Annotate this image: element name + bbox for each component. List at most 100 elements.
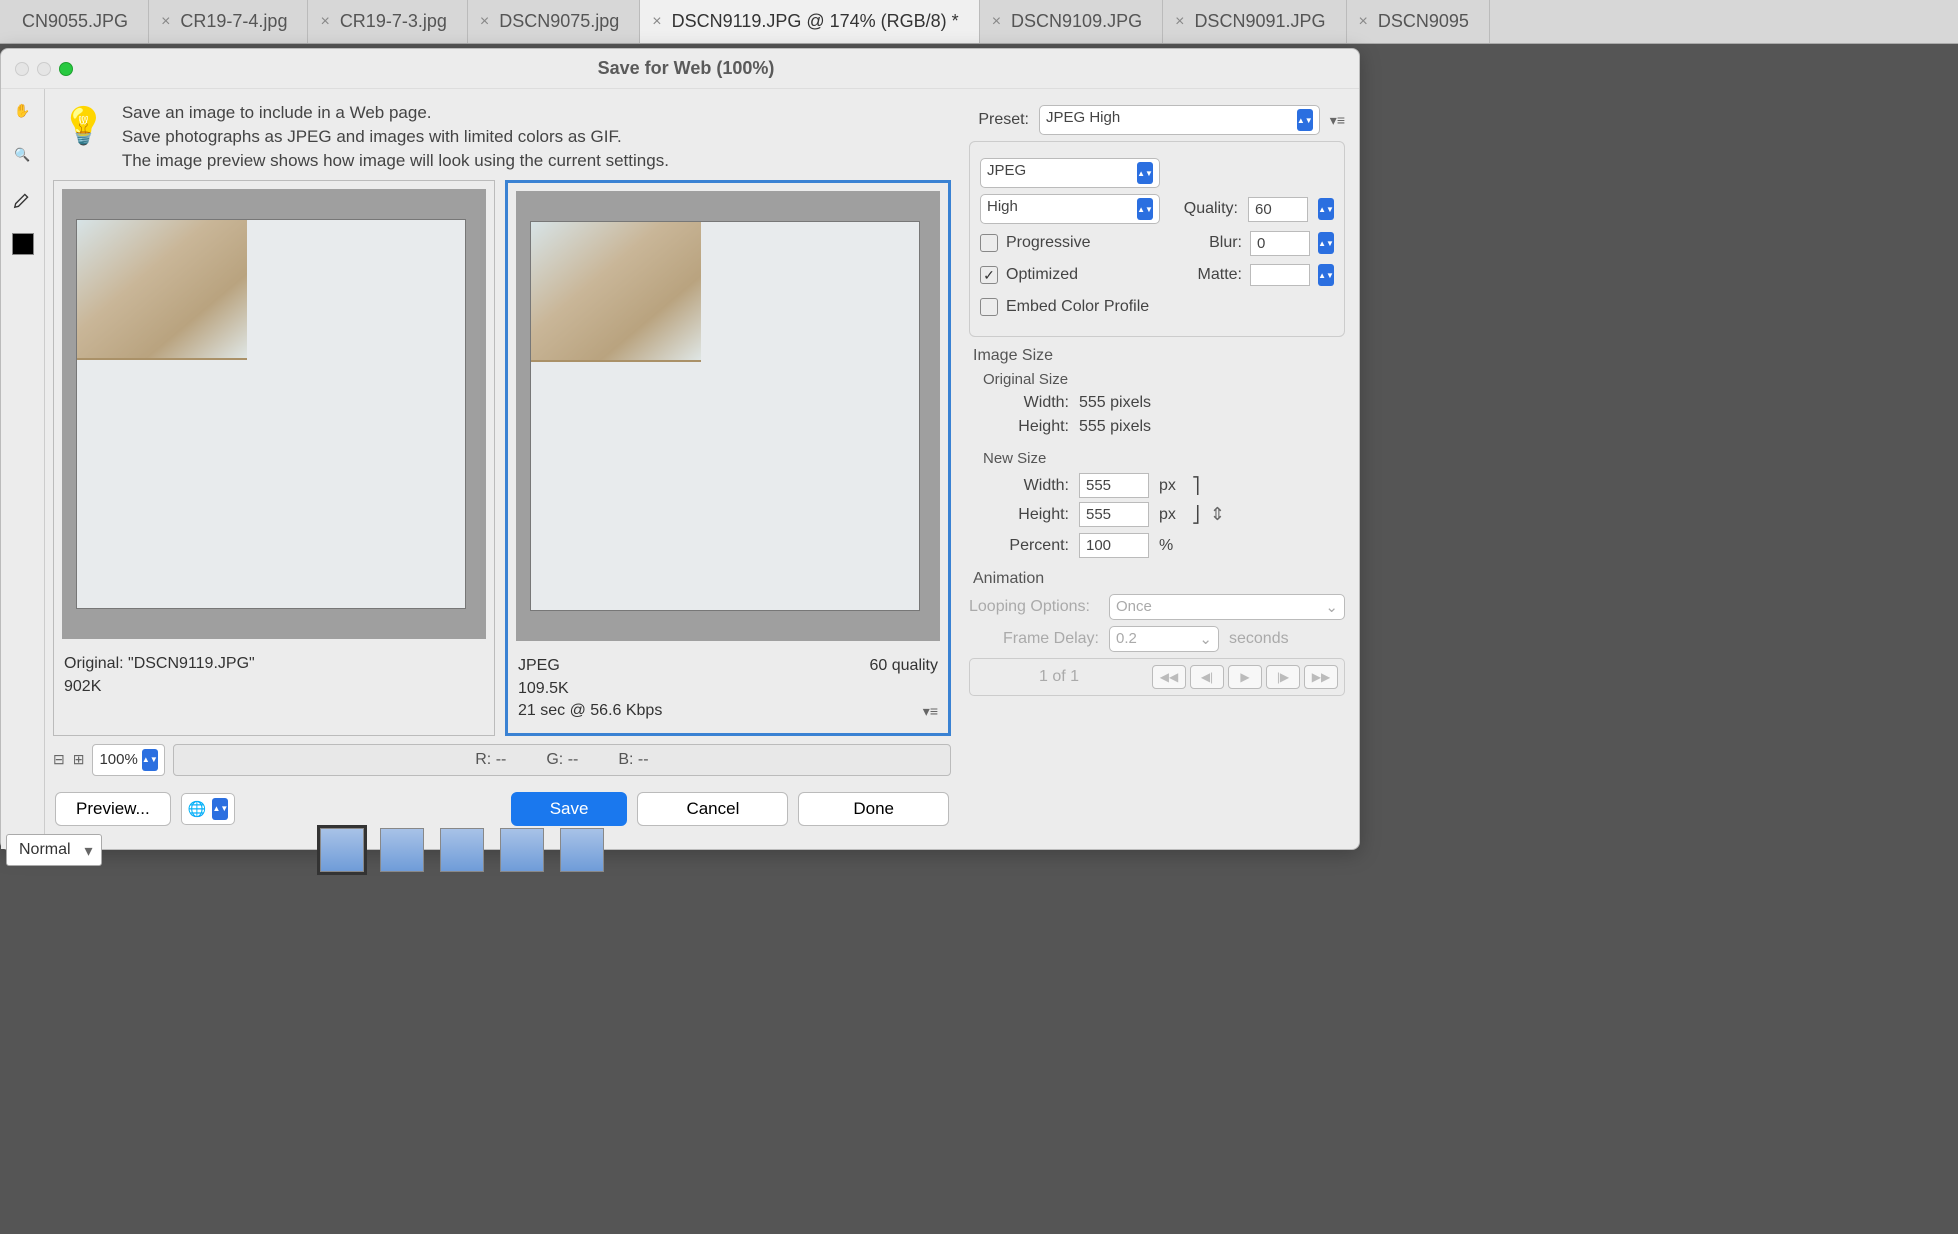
- tab-document[interactable]: ×CR19-7-4.jpg: [149, 0, 308, 43]
- window-minimize-icon[interactable]: [37, 62, 51, 76]
- readout-r: R: --: [475, 751, 506, 769]
- tab-document[interactable]: ×DSCN9075.jpg: [468, 0, 640, 43]
- gradient-thumb[interactable]: [320, 828, 364, 872]
- hint-line: Save photographs as JPEG and images with…: [122, 125, 669, 149]
- anim-prev-button: ◀|: [1190, 665, 1224, 689]
- unit-px: px: [1159, 477, 1176, 495]
- browser-preview-select[interactable]: 🌐 ▲▼: [181, 793, 236, 825]
- stepper-icon[interactable]: ▲▼: [212, 798, 228, 820]
- blend-mode-select[interactable]: Normal: [6, 834, 102, 866]
- tab-document-active[interactable]: ×DSCN9119.JPG @ 174% (RGB/8) *: [640, 0, 979, 43]
- readout-g: G: --: [546, 751, 578, 769]
- close-icon[interactable]: ×: [320, 13, 329, 31]
- tab-document[interactable]: ×DSCN9109.JPG: [980, 0, 1163, 43]
- anim-play-button: ▶: [1228, 665, 1262, 689]
- gradient-thumb[interactable]: [500, 828, 544, 872]
- tab-document[interactable]: ×DSCN9095: [1347, 0, 1490, 43]
- titlebar: Save for Web (100%): [1, 49, 1359, 89]
- lightbulb-icon: 💡: [61, 105, 106, 172]
- zoom-tool-icon[interactable]: 🔍: [9, 141, 37, 169]
- format-select[interactable]: JPEG▲▼: [980, 158, 1160, 188]
- preview-pane-original[interactable]: Original: "DSCN9119.JPG" 902K: [53, 180, 495, 735]
- close-icon[interactable]: ×: [992, 13, 1001, 31]
- dialog-title: Save for Web (100%): [73, 58, 1299, 79]
- new-width-field[interactable]: 555: [1079, 473, 1149, 498]
- hand-tool-icon[interactable]: ✋: [9, 97, 37, 125]
- hint-line: Save an image to include in a Web page.: [122, 101, 669, 125]
- tab-document[interactable]: ×DSCN9091.JPG: [1163, 0, 1346, 43]
- preview-menu-icon[interactable]: ▾≡: [923, 702, 938, 722]
- zoom-out-button[interactable]: ⊟: [53, 751, 65, 768]
- close-icon[interactable]: ×: [480, 13, 489, 31]
- close-icon[interactable]: ×: [1175, 13, 1184, 31]
- quality-field[interactable]: 60: [1248, 197, 1308, 222]
- output-quality: 60 quality: [870, 655, 939, 677]
- progressive-checkbox[interactable]: Progressive: [980, 234, 1090, 252]
- close-icon[interactable]: ×: [1359, 13, 1368, 31]
- toolstrip: ✋ 🔍: [1, 89, 45, 849]
- constrain-proportions-icon[interactable]: ⇕: [1210, 504, 1225, 525]
- original-height-value: 555 pixels: [1079, 418, 1151, 436]
- cancel-button[interactable]: Cancel: [637, 792, 788, 826]
- frame-delay-field: 0.2⌄: [1109, 626, 1219, 652]
- quality-preset-select[interactable]: High▲▼: [980, 194, 1160, 224]
- original-filesize: 902K: [64, 676, 484, 698]
- percent-field[interactable]: 100: [1079, 533, 1149, 558]
- document-tabbar: CN9055.JPG ×CR19-7-4.jpg ×CR19-7-3.jpg ×…: [0, 0, 1958, 44]
- zoom-level-select[interactable]: 100% ▲▼: [92, 744, 164, 776]
- preview-image: [531, 222, 701, 362]
- hint-bar: 💡 Save an image to include in a Web page…: [45, 89, 959, 180]
- blur-label: Blur:: [1209, 234, 1242, 252]
- preview-canvas[interactable]: [62, 189, 486, 639]
- blur-field[interactable]: 0: [1250, 231, 1310, 256]
- unit-percent: %: [1159, 537, 1173, 555]
- gradient-thumbnails: [320, 828, 604, 872]
- new-size-title: New Size: [983, 450, 1345, 467]
- preset-label: Preset:: [969, 111, 1029, 129]
- globe-icon: 🌐: [188, 800, 207, 818]
- preview-image: [77, 220, 247, 360]
- output-format: JPEG: [518, 655, 560, 677]
- save-button[interactable]: Save: [511, 792, 628, 826]
- matte-field[interactable]: [1250, 264, 1310, 286]
- preview-canvas[interactable]: [516, 191, 940, 641]
- zoom-in-button[interactable]: ⊞: [73, 751, 85, 768]
- animation-frame-position: 1 of 1: [976, 668, 1142, 686]
- preview-button[interactable]: Preview...: [55, 792, 171, 826]
- tab-document[interactable]: ×CR19-7-3.jpg: [308, 0, 467, 43]
- matte-label: Matte:: [1198, 266, 1242, 284]
- optimized-checkbox[interactable]: ✓Optimized: [980, 266, 1078, 284]
- preset-select[interactable]: JPEG High▲▼: [1039, 105, 1320, 135]
- unit-px: px: [1159, 506, 1176, 524]
- close-icon[interactable]: ×: [652, 13, 661, 31]
- close-icon[interactable]: ×: [161, 13, 170, 31]
- stepper-icon[interactable]: ▲▼: [1318, 198, 1334, 220]
- preview-pane-optimized[interactable]: JPEG 60 quality 109.5K 21 sec @ 56.6 Kbp…: [505, 180, 951, 735]
- preset-menu-icon[interactable]: ▾≡: [1330, 112, 1345, 129]
- animation-title: Animation: [973, 570, 1345, 588]
- stepper-icon[interactable]: ▲▼: [142, 749, 158, 771]
- eyedropper-tool-icon[interactable]: [9, 185, 37, 213]
- window-close-icon[interactable]: [15, 62, 29, 76]
- anim-last-button: ▶▶: [1304, 665, 1338, 689]
- window-zoom-icon[interactable]: [59, 62, 73, 76]
- done-button[interactable]: Done: [798, 792, 949, 826]
- looping-select: Once⌄: [1109, 594, 1345, 620]
- hint-line: The image preview shows how image will l…: [122, 149, 669, 173]
- new-height-field[interactable]: 555: [1079, 502, 1149, 527]
- gradient-thumb[interactable]: [440, 828, 484, 872]
- gradient-thumb[interactable]: [380, 828, 424, 872]
- readout-b: B: --: [618, 751, 648, 769]
- tab-document[interactable]: CN9055.JPG: [0, 0, 149, 43]
- quality-label: Quality:: [1184, 200, 1238, 218]
- original-width-value: 555 pixels: [1079, 394, 1151, 412]
- save-for-web-dialog: Save for Web (100%) ✋ 🔍 💡 Save an image …: [0, 48, 1360, 850]
- anim-next-button: |▶: [1266, 665, 1300, 689]
- gradient-thumb[interactable]: [560, 828, 604, 872]
- foreground-color-swatch[interactable]: [12, 233, 34, 255]
- image-size-title: Image Size: [973, 347, 1345, 365]
- stepper-icon[interactable]: ▲▼: [1318, 232, 1334, 254]
- color-readout: R: -- G: -- B: --: [173, 744, 951, 776]
- stepper-icon[interactable]: ▲▼: [1318, 264, 1334, 286]
- embed-profile-checkbox[interactable]: Embed Color Profile: [980, 298, 1149, 316]
